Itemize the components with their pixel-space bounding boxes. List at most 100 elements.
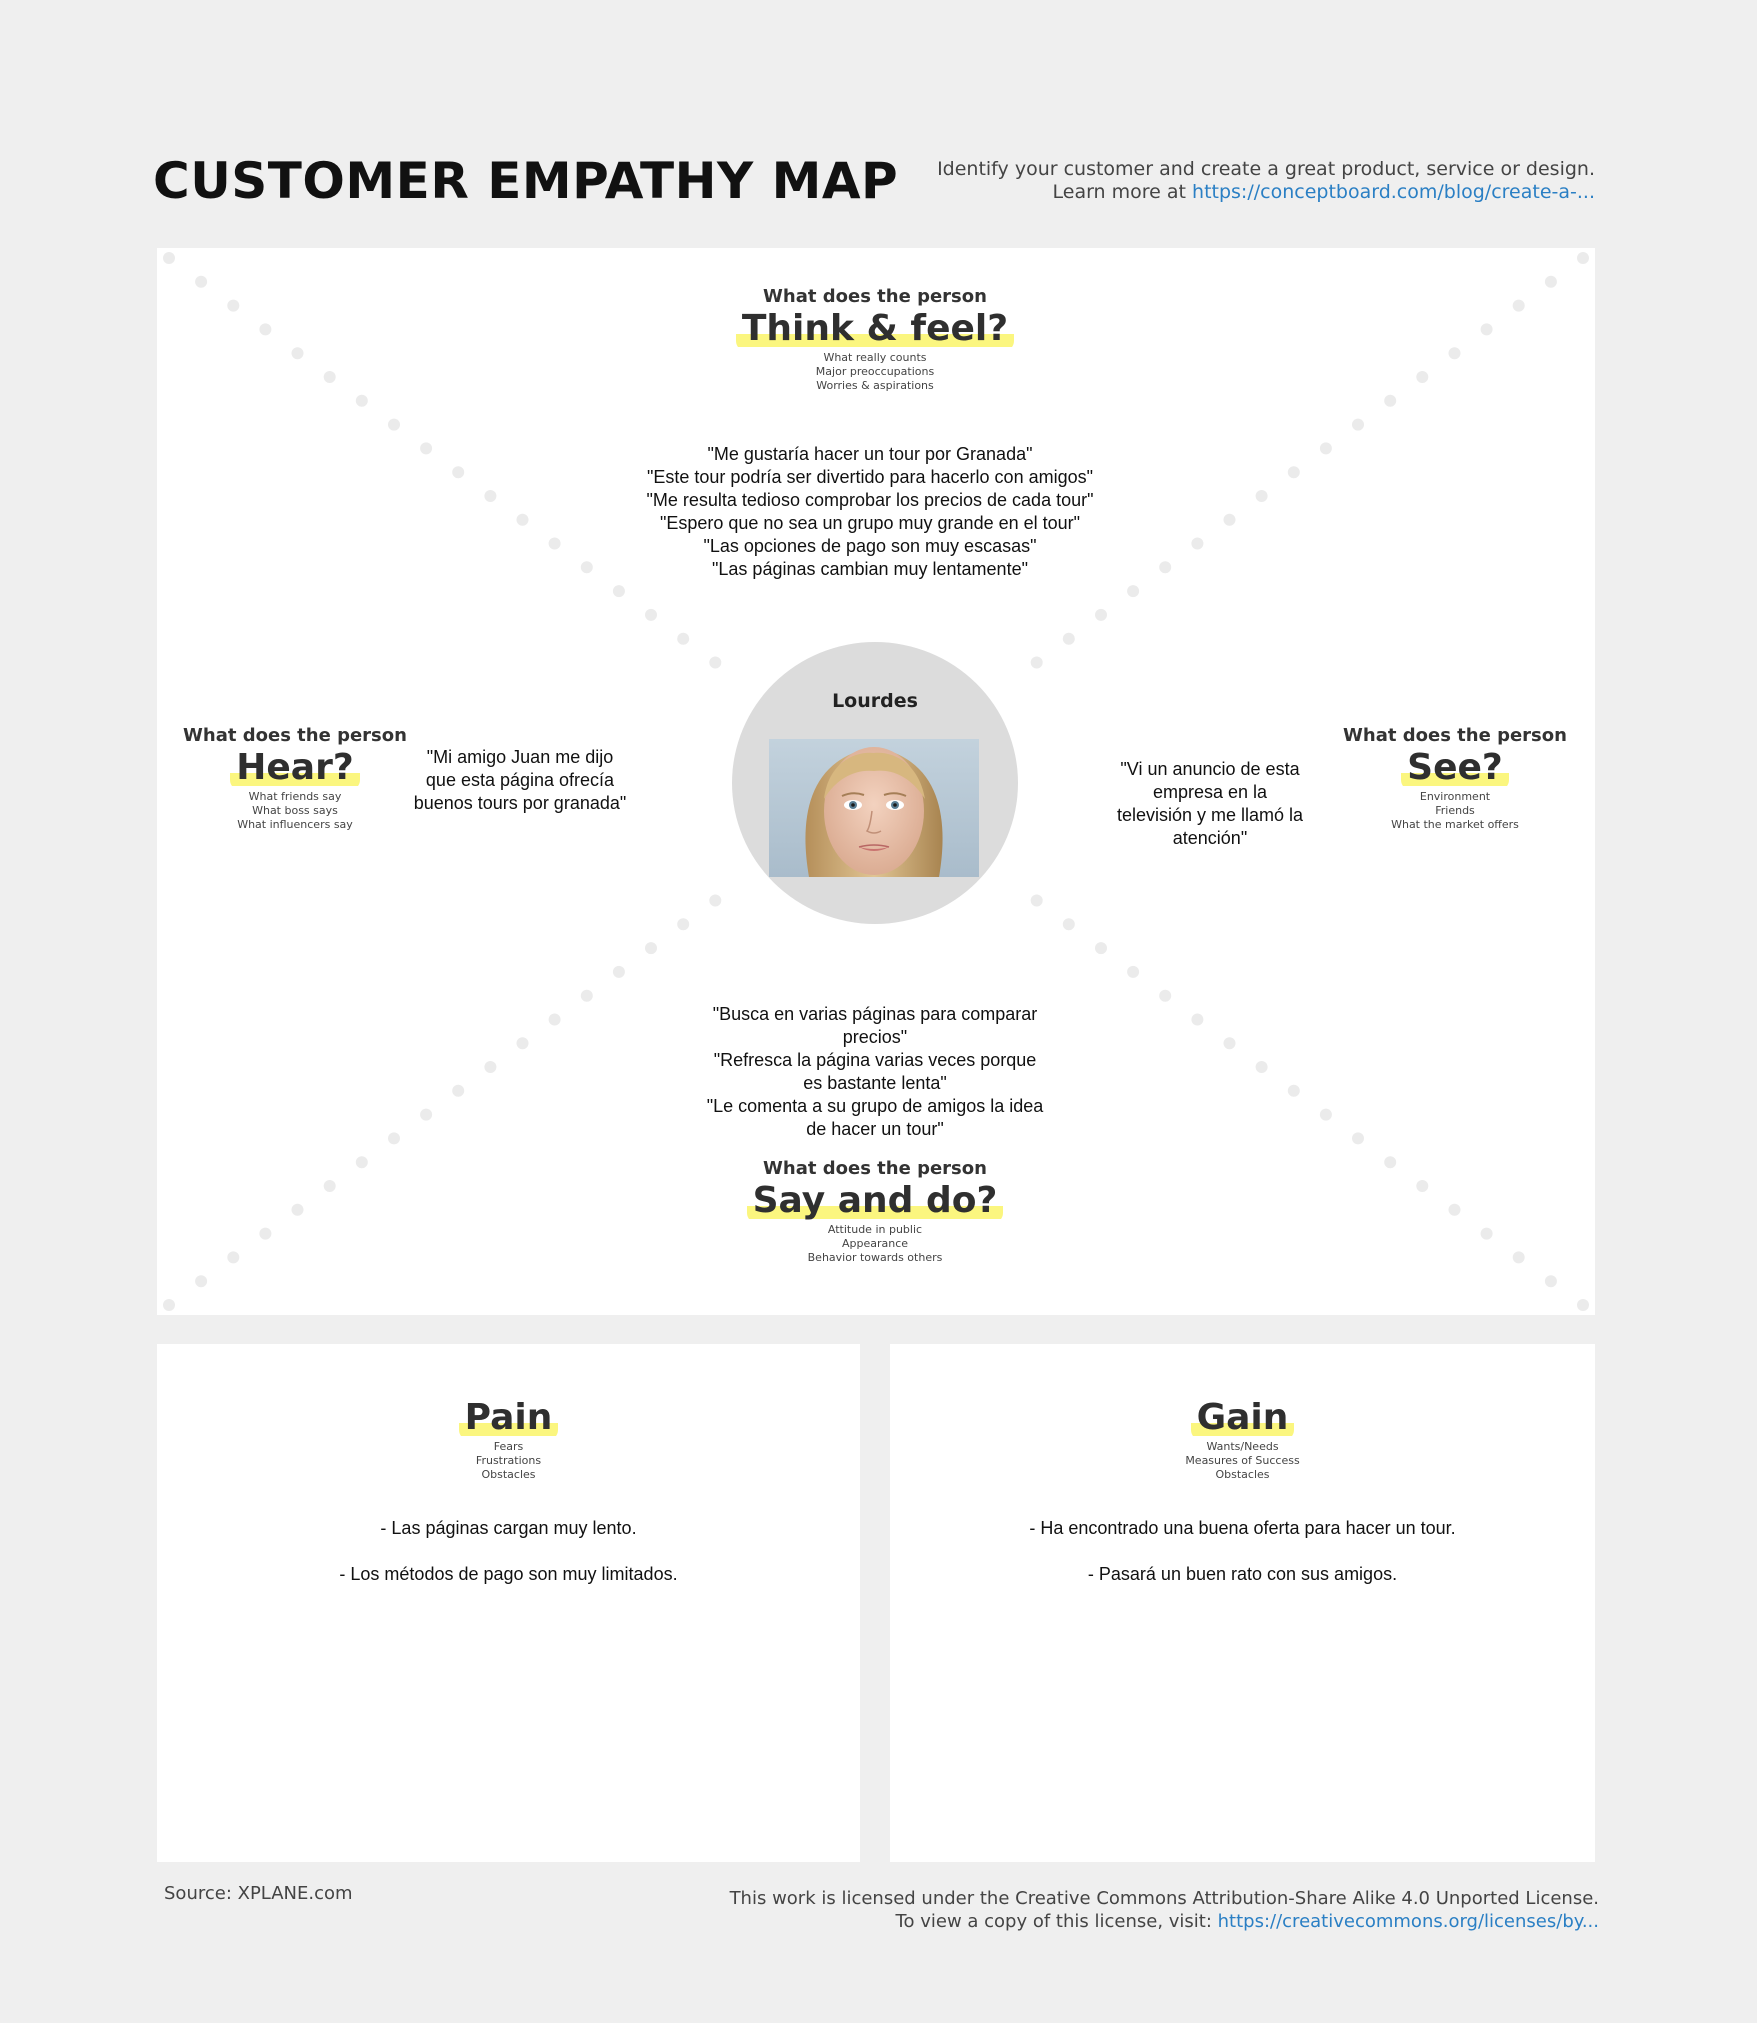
note: "Las opciones de pago son muy escasas" — [703, 536, 1037, 556]
note: "Vi un anuncio de esta — [1120, 759, 1300, 779]
divider-dot — [1191, 537, 1204, 550]
note: atención" — [1172, 828, 1248, 848]
divider-dot — [452, 1084, 465, 1097]
note: buenos tours por granada" — [413, 793, 627, 813]
divider-dot — [355, 394, 368, 407]
divider-dot — [1448, 1203, 1461, 1216]
divider-dot — [1319, 1108, 1332, 1121]
note: empresa en la — [1152, 782, 1268, 802]
gain-notes: - Ha encontrado una buena oferta para ha… — [890, 1505, 1595, 1597]
pain-notes: - Las páginas cargan muy lento. - Los mé… — [157, 1505, 860, 1597]
divider-dot — [1319, 442, 1332, 455]
persona-name: Lourdes — [832, 690, 918, 712]
divider-dot — [1030, 656, 1043, 669]
think-feel-hints: What really counts Major preoccupations … — [620, 351, 1130, 393]
think-feel-title: Think & feel? — [735, 307, 1015, 351]
intro-link-line: Learn more at https://conceptboard.com/b… — [937, 181, 1596, 204]
divider-dot — [388, 418, 400, 431]
divider-dot — [1127, 965, 1140, 978]
hint: What really counts — [823, 351, 927, 364]
hear-question: What does the person — [183, 725, 407, 746]
think-feel-header: What does the person Think & feel? What … — [620, 286, 1130, 393]
divider-dot — [612, 585, 625, 598]
see-header: What does the person See? Environment Fr… — [1335, 725, 1575, 832]
divider-dot — [1352, 1132, 1364, 1145]
think-feel-notes: "Me gustaría hacer un tour por Granada" … — [560, 443, 1180, 581]
divider-dot — [709, 894, 722, 907]
divider-dot — [484, 490, 497, 502]
divider-dot — [1255, 1061, 1268, 1073]
hint: Attitude in public — [827, 1223, 923, 1236]
license-link-line: To view a copy of this license, visit: h… — [730, 1910, 1599, 1933]
hint: Worries & aspirations — [816, 379, 934, 392]
divider-dot — [1030, 894, 1043, 907]
divider-dot — [1287, 1084, 1300, 1097]
divider-dot — [1416, 1180, 1429, 1192]
think-feel-question: What does the person — [763, 286, 987, 307]
intro-text: Identify your customer and create a grea… — [937, 158, 1595, 204]
say-do-title: Say and do? — [746, 1179, 1004, 1223]
divider-dot — [1062, 632, 1075, 645]
intro-link[interactable]: https://conceptboard.com/blog/create-a-.… — [1192, 181, 1595, 203]
divider-dot — [1480, 1227, 1493, 1240]
divider-dot — [291, 1203, 304, 1216]
note: "Busca en varias páginas para comparar — [712, 1004, 1038, 1024]
hint: Wants/Needs — [1206, 1440, 1279, 1453]
source-text: Source: XPLANE.com — [164, 1883, 353, 1904]
divider-dot — [227, 299, 240, 312]
hint: Frustrations — [475, 1454, 542, 1467]
divider-dot — [548, 1013, 561, 1026]
note: televisión y me llamó la — [1116, 805, 1304, 825]
note: "Espero que no sea un grupo muy grande e… — [659, 513, 1081, 533]
note: "Le comenta a su grupo de amigos la idea — [706, 1096, 1044, 1116]
license-link[interactable]: https://creativecommons.org/licenses/by.… — [1218, 1911, 1599, 1932]
divider-dot — [1512, 299, 1525, 312]
divider-dot — [452, 466, 465, 479]
hear-hints: What friends say What boss says What inf… — [175, 790, 415, 832]
divider-dot — [1095, 942, 1107, 955]
note: "Las páginas cambian muy lentamente" — [712, 559, 1028, 579]
hint: Measures of Success — [1185, 1454, 1300, 1467]
divider-dot — [1352, 418, 1364, 431]
divider-dot — [1544, 275, 1557, 288]
divider-dot — [709, 656, 722, 669]
divider-dot — [645, 608, 657, 621]
divider-dot — [1480, 323, 1493, 336]
divider-dot — [259, 323, 272, 336]
license-line: This work is licensed under the Creative… — [729, 1888, 1599, 1909]
divider-dot — [388, 1132, 400, 1145]
divider-dot — [1159, 989, 1172, 1002]
divider-dot — [1287, 466, 1300, 479]
divider-dot — [420, 1108, 433, 1121]
note: "Refresca la página varias veces porque — [713, 1050, 1037, 1070]
note: - Las páginas cargan muy lento. — [380, 1518, 637, 1538]
hear-title: Hear? — [230, 746, 360, 790]
hint: Behavior towards others — [807, 1251, 943, 1264]
divider-dot — [1062, 918, 1075, 931]
hear-notes: "Mi amigo Juan me dijo que esta página o… — [390, 746, 650, 815]
note: "Mi amigo Juan me dijo — [426, 747, 614, 767]
divider-dot — [1577, 1299, 1589, 1311]
divider-dot — [323, 1180, 336, 1192]
see-title: See? — [1401, 746, 1509, 790]
divider-dot — [259, 1227, 272, 1240]
see-hints: Environment Friends What the market offe… — [1335, 790, 1575, 832]
gain-title: Gain — [1190, 1396, 1295, 1440]
divider-dot — [1544, 1275, 1557, 1288]
divider-dot — [516, 1037, 529, 1050]
divider-dot — [227, 1251, 240, 1264]
divider-dot — [420, 442, 433, 455]
divider-dot — [645, 942, 657, 955]
divider-dot — [1095, 608, 1107, 621]
note: de hacer un tour" — [806, 1119, 944, 1139]
divider-dot — [484, 1061, 497, 1073]
persona-portrait-image — [769, 739, 979, 877]
divider-dot — [677, 632, 690, 645]
intro-prefix: Learn more at — [1052, 181, 1193, 203]
note: que esta página ofrecía — [425, 770, 615, 790]
license-prefix: To view a copy of this license, visit: — [895, 1911, 1218, 1932]
divider-dot — [1191, 1013, 1204, 1026]
note: - Los métodos de pago son muy limitados. — [339, 1564, 678, 1584]
note: precios" — [842, 1027, 908, 1047]
note: "Me resulta tedioso comprobar los precio… — [646, 490, 1094, 510]
